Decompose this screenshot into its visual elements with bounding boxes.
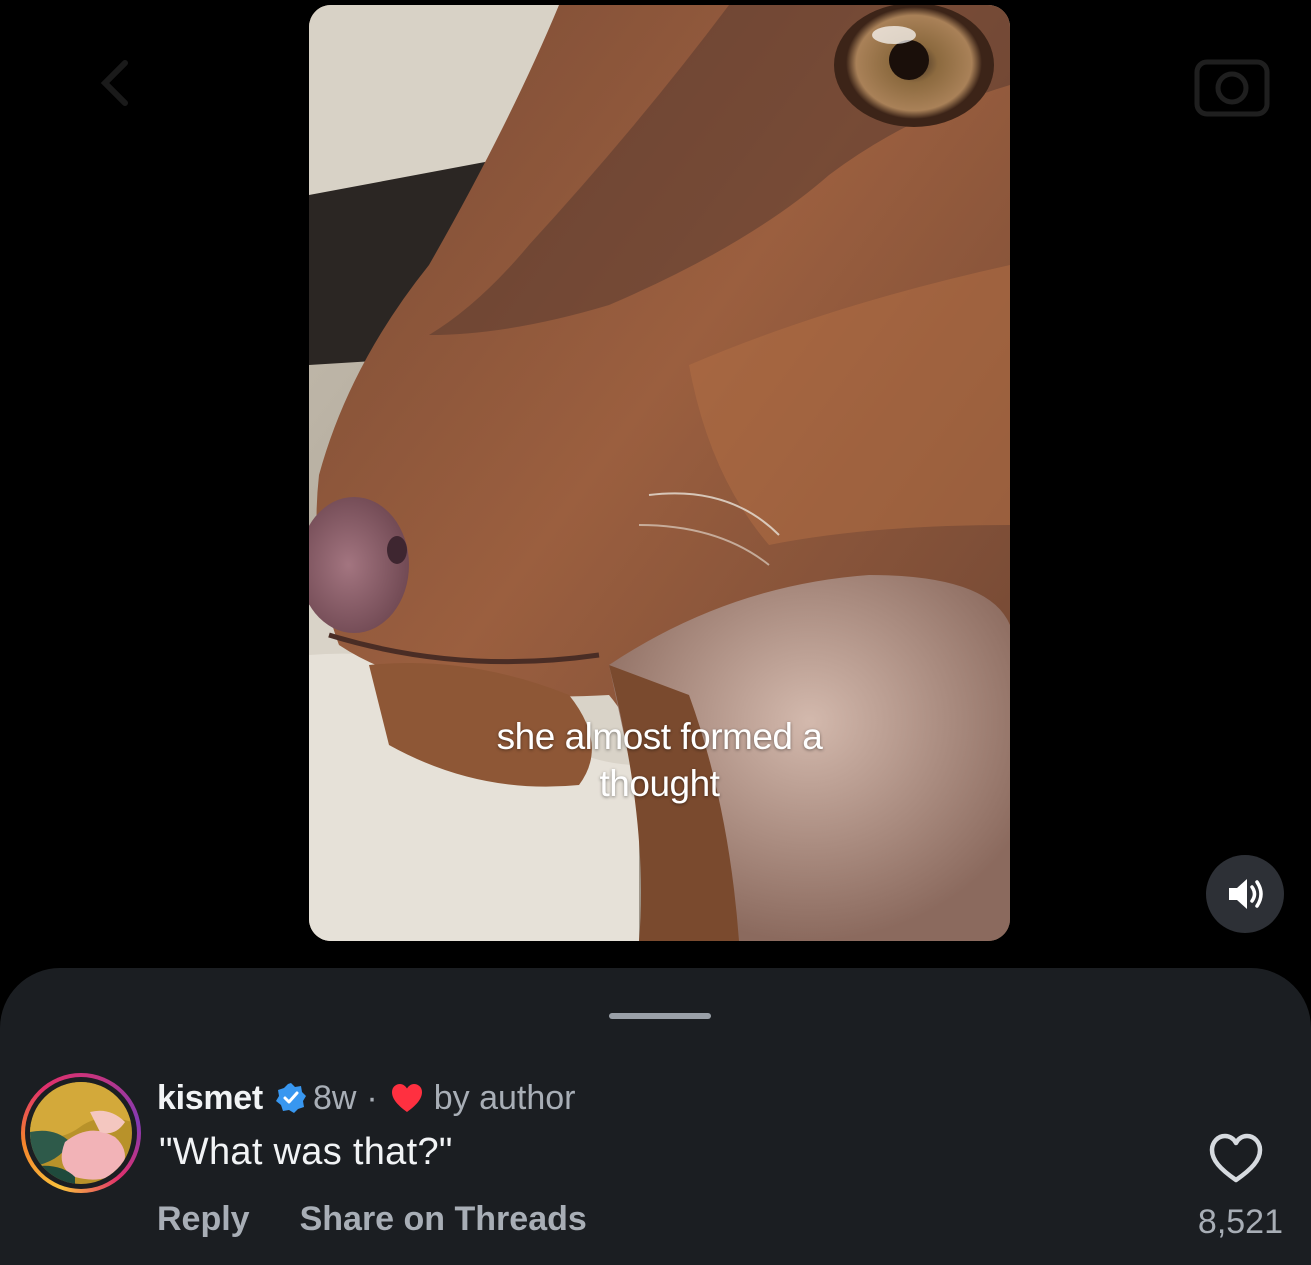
speaker-icon [1229,879,1263,909]
heart-filled-icon [391,1084,422,1112]
share-on-threads-button[interactable]: Share on Threads [300,1200,587,1239]
avatar-image [30,1082,132,1184]
camera-icon [1194,59,1270,117]
like-count: 8,521 [1197,1203,1283,1241]
back-chevron-icon [100,60,128,106]
comment-actions: Reply Share on Threads [157,1200,587,1239]
comment-header: kismet 8w · by author [157,1076,576,1120]
reel-video[interactable]: she almost formed a thought [309,5,1010,941]
comments-sheet: kismet 8w · by author "What was that?" R… [0,968,1311,1265]
comment-age: 8w [312,1078,357,1117]
avatar [30,1082,132,1184]
meta-separator: · [366,1078,378,1117]
heart-outline-icon[interactable] [1206,1130,1266,1186]
sheet-drag-handle[interactable] [609,1013,711,1019]
video-caption: she almost formed a thought [496,716,823,804]
reel-comment-screen: she almost formed a thought kismet 8w · … [0,0,1311,1265]
liked-by-author-label: by author [433,1078,576,1117]
verified-badge-icon [275,1083,306,1113]
comment-text: "What was that?" [159,1131,453,1173]
reply-button[interactable]: Reply [157,1200,250,1239]
avatar-story-ring[interactable] [21,1073,141,1193]
comment-username[interactable]: kismet [157,1079,263,1118]
sound-toggle-button[interactable] [1206,855,1284,933]
